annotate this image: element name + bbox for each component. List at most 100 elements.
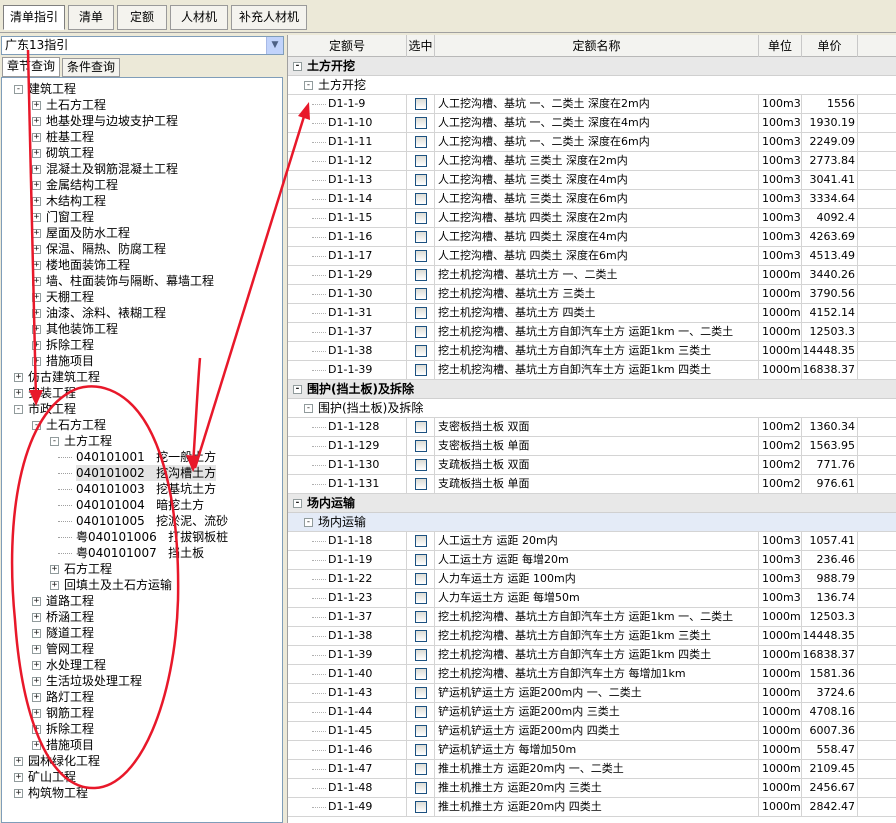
expand-icon[interactable]: +: [32, 613, 41, 622]
tab-list-guide[interactable]: 清单指引: [3, 5, 65, 30]
select-checkbox[interactable]: [407, 304, 435, 323]
tree-node[interactable]: 墙、柱面装饰与隔断、幕墙工程: [46, 273, 214, 289]
grid-group-row[interactable]: - 土方开挖: [288, 57, 896, 76]
collapse-icon[interactable]: -: [304, 81, 313, 90]
select-checkbox[interactable]: [407, 741, 435, 760]
checkbox-icon[interactable]: [415, 782, 427, 794]
expand-icon[interactable]: +: [32, 693, 41, 702]
select-checkbox[interactable]: [407, 285, 435, 304]
expand-icon[interactable]: +: [32, 725, 41, 734]
checkbox-icon[interactable]: [415, 326, 427, 338]
table-row[interactable]: D1-1-38 挖土机挖沟槽、基坑土方自卸汽车土方 运距1km 三类土1000m3…: [288, 342, 896, 361]
checkbox-icon[interactable]: [415, 763, 427, 775]
guide-select[interactable]: 广东13指引 ▼: [1, 36, 284, 55]
checkbox-icon[interactable]: [415, 801, 427, 813]
table-row[interactable]: D1-1-38 挖土机挖沟槽、基坑土方自卸汽车土方 运距1km 三类土1000m3…: [288, 627, 896, 646]
expand-icon[interactable]: +: [32, 597, 41, 606]
checkbox-icon[interactable]: [415, 725, 427, 737]
tree-node[interactable]: 路灯工程: [46, 689, 94, 705]
tree-node[interactable]: 混凝土及钢筋混凝土工程: [46, 161, 178, 177]
table-row[interactable]: D1-1-11 人工挖沟槽、基坑 一、二类土 深度在6m内 100m3 2249.09: [288, 133, 896, 152]
checkbox-icon[interactable]: [415, 421, 427, 433]
table-row[interactable]: D1-1-48 推土机推土方 运距20m内 三类土1000m32456.67: [288, 779, 896, 798]
checkbox-icon[interactable]: [415, 478, 427, 490]
tree-node[interactable]: 土石方工程: [46, 417, 106, 433]
checkbox-icon[interactable]: [415, 592, 427, 604]
select-checkbox[interactable]: [407, 247, 435, 266]
tab-labor-material-machine[interactable]: 人材机: [170, 5, 228, 30]
select-checkbox[interactable]: [407, 646, 435, 665]
checkbox-icon[interactable]: [415, 288, 427, 300]
select-checkbox[interactable]: [407, 266, 435, 285]
table-row[interactable]: D1-1-13 人工挖沟槽、基坑 三类土 深度在4m内 100m3 3041.41: [288, 171, 896, 190]
expand-icon[interactable]: +: [32, 197, 41, 206]
expand-icon[interactable]: +: [32, 149, 41, 158]
select-checkbox[interactable]: [407, 627, 435, 646]
select-checkbox[interactable]: [407, 703, 435, 722]
header-select[interactable]: 选中: [407, 35, 435, 57]
table-row[interactable]: D1-1-22 人力车运土方 运距 100m内 100m3 988.79: [288, 570, 896, 589]
table-row[interactable]: D1-1-131 支疏板挡土板 单面 100m2 976.61: [288, 475, 896, 494]
tab-supplement-lmm[interactable]: 补充人材机: [231, 5, 307, 30]
select-checkbox[interactable]: [407, 171, 435, 190]
checkbox-icon[interactable]: [415, 136, 427, 148]
checkbox-icon[interactable]: [415, 687, 427, 699]
checkbox-icon[interactable]: [415, 706, 427, 718]
checkbox-icon[interactable]: [415, 573, 427, 585]
tree-node[interactable]: 地基处理与边坡支护工程: [46, 113, 178, 129]
checkbox-icon[interactable]: [415, 250, 427, 262]
tab-chapter-query[interactable]: 章节查询: [2, 57, 60, 77]
expand-icon[interactable]: +: [32, 117, 41, 126]
checkbox-icon[interactable]: [415, 535, 427, 547]
table-row[interactable]: D1-1-29 挖土机挖沟槽、基坑土方 一、二类土1000m33440.26: [288, 266, 896, 285]
tree-node[interactable]: 其他装饰工程: [46, 321, 118, 337]
checkbox-icon[interactable]: [415, 174, 427, 186]
grid-group-row[interactable]: - 场内运输: [288, 494, 896, 513]
table-row[interactable]: D1-1-37 挖土机挖沟槽、基坑土方自卸汽车土方 运距1km 一、二类土 1000…: [288, 323, 896, 342]
collapse-icon[interactable]: -: [50, 437, 59, 446]
select-checkbox[interactable]: [407, 551, 435, 570]
expand-icon[interactable]: +: [32, 629, 41, 638]
table-row[interactable]: D1-1-39 挖土机挖沟槽、基坑土方自卸汽车土方 运距1km 四类土1000m3…: [288, 646, 896, 665]
table-row[interactable]: D1-1-43 铲运机铲运土方 运距200m内 一、二类土1000m33724.6: [288, 684, 896, 703]
collapse-icon[interactable]: -: [32, 421, 41, 430]
header-quota-code[interactable]: 定额号: [288, 35, 407, 57]
tree-node[interactable]: 粤040101007 挡土板: [76, 545, 204, 561]
tree-node[interactable]: 屋面及防水工程: [46, 225, 130, 241]
expand-icon[interactable]: +: [32, 661, 41, 670]
collapse-icon[interactable]: -: [304, 518, 313, 527]
checkbox-icon[interactable]: [415, 364, 427, 376]
tab-list[interactable]: 清单: [68, 5, 114, 30]
expand-icon[interactable]: +: [32, 325, 41, 334]
tree-node[interactable]: 措施项目: [46, 353, 94, 369]
tree-node[interactable]: 桩基工程: [46, 129, 94, 145]
table-row[interactable]: D1-1-14 人工挖沟槽、基坑 三类土 深度在6m内 100m3 3334.64: [288, 190, 896, 209]
select-checkbox[interactable]: [407, 684, 435, 703]
header-unit[interactable]: 单位: [759, 35, 802, 57]
select-checkbox[interactable]: [407, 190, 435, 209]
select-checkbox[interactable]: [407, 323, 435, 342]
expand-icon[interactable]: +: [14, 373, 23, 382]
tree-node[interactable]: 桥涵工程: [46, 609, 94, 625]
tree-node[interactable]: 生活垃圾处理工程: [46, 673, 142, 689]
tree-node[interactable]: 园林绿化工程: [28, 753, 100, 769]
table-row[interactable]: D1-1-128 支密板挡土板 双面 100m2 1360.34: [288, 418, 896, 437]
collapse-icon[interactable]: -: [293, 385, 302, 394]
table-row[interactable]: D1-1-44 铲运机铲运土方 运距200m内 三类土1000m34708.16: [288, 703, 896, 722]
select-checkbox[interactable]: [407, 152, 435, 171]
expand-icon[interactable]: +: [32, 277, 41, 286]
table-row[interactable]: D1-1-37 挖土机挖沟槽、基坑土方自卸汽车土方 运距1km 一、二类土 1000…: [288, 608, 896, 627]
table-row[interactable]: D1-1-129 支密板挡土板 单面 100m2 1563.95: [288, 437, 896, 456]
select-checkbox[interactable]: [407, 608, 435, 627]
expand-icon[interactable]: +: [32, 245, 41, 254]
select-checkbox[interactable]: [407, 361, 435, 380]
expand-icon[interactable]: +: [32, 309, 41, 318]
tree-node[interactable]: 040101002 挖沟槽土方: [76, 465, 217, 481]
expand-icon[interactable]: +: [32, 229, 41, 238]
select-checkbox[interactable]: [407, 665, 435, 684]
expand-icon[interactable]: +: [50, 581, 59, 590]
expand-icon[interactable]: +: [32, 101, 41, 110]
select-checkbox[interactable]: [407, 570, 435, 589]
select-checkbox[interactable]: [407, 456, 435, 475]
expand-icon[interactable]: +: [32, 741, 41, 750]
